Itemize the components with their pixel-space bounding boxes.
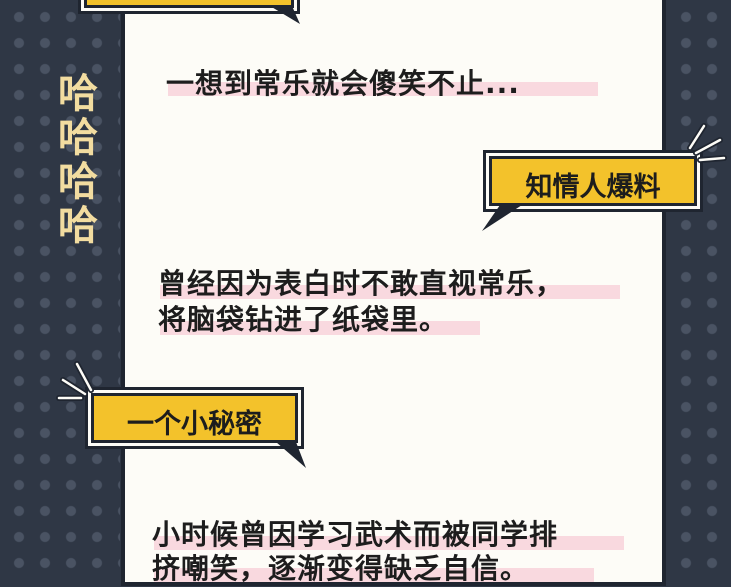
laugh-char: 哈 bbox=[58, 71, 98, 117]
tag-tail bbox=[482, 205, 522, 231]
section2-line2: 将脑袋钻进了纸袋里。 bbox=[158, 303, 449, 336]
top-tag-tail bbox=[270, 6, 300, 24]
tag-insider-info: 知情人爆料 bbox=[489, 156, 697, 206]
tag-label: 一个小秘密 bbox=[127, 409, 262, 440]
right-dot-pattern bbox=[663, 0, 731, 571]
tag-tail bbox=[276, 442, 306, 468]
top-tag-partial bbox=[84, 0, 294, 8]
laugh-char: 哈 bbox=[58, 115, 98, 161]
tag-label: 知情人爆料 bbox=[525, 172, 661, 203]
tag-little-secret: 一个小秘密 bbox=[91, 393, 298, 443]
section1-text: 一想到常乐就会傻笑不止... bbox=[166, 67, 520, 100]
section2-line1: 曾经因为表白时不敢直视常乐， bbox=[158, 267, 565, 300]
laugh-char: 哈 bbox=[58, 203, 98, 249]
burst-lines-icon bbox=[56, 361, 94, 401]
laugh-char: 哈 bbox=[58, 159, 98, 205]
burst-lines-icon bbox=[687, 123, 727, 163]
section3-line2: 挤嘲笑，逐渐变得缺乏自信。 bbox=[152, 552, 530, 585]
side-laugh-text: 哈 哈 哈 哈 bbox=[54, 72, 102, 248]
